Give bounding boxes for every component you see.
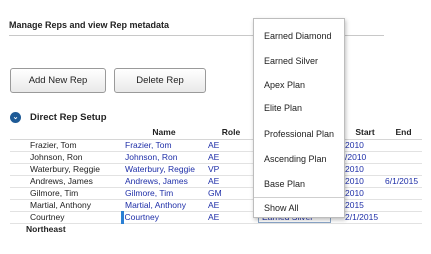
end-cell[interactable] (385, 187, 422, 200)
dropdown-option[interactable]: Professional Plan (254, 129, 344, 139)
group-row: Northeast (10, 223, 422, 235)
plan-dropdown-menu[interactable]: Earned Diamond Earned Silver Apex Plan E… (253, 18, 345, 218)
rep-cell: Andrews, James (10, 175, 122, 188)
dropdown-divider (254, 197, 344, 198)
group-label: Northeast (26, 224, 66, 235)
rep-cell: Courtney (10, 211, 122, 224)
dropdown-option[interactable]: Apex Plan (254, 80, 344, 90)
dropdown-option[interactable]: Elite Plan (254, 103, 344, 113)
start-cell[interactable]: 2010 (345, 187, 385, 200)
section-header[interactable]: ⌄ Direct Rep Setup (10, 111, 107, 123)
end-cell[interactable] (385, 199, 422, 212)
end-cell[interactable] (385, 139, 422, 152)
dropdown-option[interactable]: Ascending Plan (254, 154, 344, 164)
section-title: Direct Rep Setup (30, 111, 107, 123)
start-cell[interactable]: 2010 (345, 175, 385, 188)
end-cell[interactable] (385, 211, 422, 224)
role-cell[interactable]: AE (206, 211, 256, 224)
name-link[interactable]: Gilmore, Tim (122, 187, 206, 200)
start-cell[interactable]: 2015 (345, 199, 385, 212)
table-row[interactable]: Martial, Anthony Martial, Anthony AE 201… (10, 199, 422, 212)
start-cell[interactable]: 2010 (345, 139, 385, 152)
end-cell[interactable] (385, 163, 422, 176)
role-cell[interactable]: VP (206, 163, 256, 176)
end-cell[interactable] (385, 151, 422, 164)
column-header-role[interactable]: Role (206, 125, 256, 140)
name-link[interactable]: Johnson, Ron (122, 151, 206, 164)
name-link[interactable]: Frazier, Tom (122, 139, 206, 152)
table-row[interactable]: Gilmore, Tim Gilmore, Tim GM 2010 (10, 187, 422, 200)
role-cell[interactable]: GM (206, 187, 256, 200)
column-header-rep (10, 125, 122, 140)
rep-cell: Johnson, Ron (10, 151, 122, 164)
table-row[interactable]: Waterbury, Reggie Waterbury, Reggie VP 2… (10, 163, 422, 176)
rep-cell: Martial, Anthony (10, 199, 122, 212)
name-link[interactable]: Waterbury, Reggie (122, 163, 206, 176)
role-cell[interactable]: AE (206, 199, 256, 212)
chevron-down-icon[interactable]: ⌄ (10, 111, 21, 123)
name-link[interactable]: Andrews, James (122, 175, 206, 188)
table-header-row: Name Role Start End (10, 125, 422, 140)
rep-cell: Waterbury, Reggie (10, 163, 122, 176)
table-row[interactable]: Andrews, James Andrews, James AE 2010 6/… (10, 175, 422, 188)
start-cell[interactable]: 2010 (345, 163, 385, 176)
table-row-editing[interactable]: Courtney Courtney AE Earned Silver ▼ 2/1… (10, 211, 422, 224)
dropdown-option-show-all[interactable]: Show All (254, 203, 344, 213)
table-row[interactable]: Johnson, Ron Johnson, Ron AE /2010 (10, 151, 422, 164)
rep-cell: Frazier, Tom (10, 139, 122, 152)
delete-rep-button[interactable]: Delete Rep (114, 68, 206, 93)
name-link[interactable]: Courtney (120, 211, 206, 224)
add-new-rep-button[interactable]: Add New Rep (10, 68, 106, 93)
dropdown-option[interactable]: Earned Diamond (254, 31, 344, 41)
column-header-end[interactable]: End (385, 125, 422, 140)
end-cell[interactable]: 6/1/2015 (385, 175, 422, 188)
role-cell[interactable]: AE (206, 175, 256, 188)
reps-table: Name Role Start End Frazier, Tom Frazier… (10, 125, 422, 235)
role-cell[interactable]: AE (206, 151, 256, 164)
dropdown-option[interactable]: Base Plan (254, 179, 344, 189)
column-header-start[interactable]: Start (345, 125, 385, 140)
role-cell[interactable]: AE (206, 139, 256, 152)
dropdown-option[interactable]: Earned Silver (254, 56, 344, 66)
rep-cell: Gilmore, Tim (10, 187, 122, 200)
column-header-name[interactable]: Name (122, 125, 206, 140)
start-cell[interactable]: /2010 (345, 151, 385, 164)
name-link[interactable]: Martial, Anthony (122, 199, 206, 212)
table-row[interactable]: Frazier, Tom Frazier, Tom AE 2010 (10, 139, 422, 152)
page-title: Manage Reps and view Rep metadata (9, 20, 170, 30)
start-cell[interactable]: 2/1/2015 (345, 211, 385, 224)
